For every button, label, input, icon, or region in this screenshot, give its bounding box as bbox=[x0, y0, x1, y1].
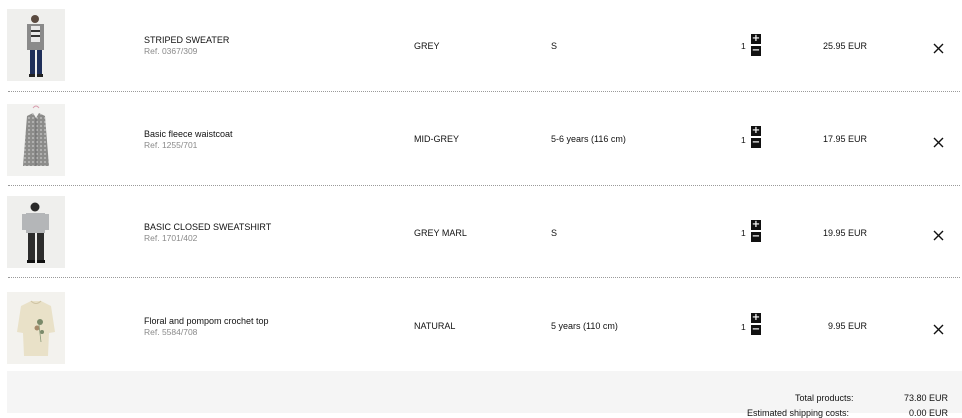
close-icon[interactable] bbox=[933, 322, 944, 335]
cart-item-row: Basic fleece waistcoat Ref. 1255/701 MID… bbox=[0, 94, 962, 186]
quantity-value: 1 bbox=[741, 41, 746, 51]
product-thumbnail[interactable] bbox=[7, 196, 65, 268]
product-price: 25.95 EUR bbox=[822, 41, 867, 51]
product-size: 5 years (110 cm) bbox=[551, 321, 618, 331]
decrease-quantity-button[interactable]: − bbox=[751, 138, 761, 148]
product-name[interactable]: STRIPED SWEATER bbox=[144, 35, 229, 45]
close-icon[interactable] bbox=[933, 41, 944, 54]
cart-item-row: STRIPED SWEATER Ref. 0367/309 GREY S 1 +… bbox=[0, 0, 962, 92]
product-size: S bbox=[551, 41, 558, 51]
total-products-label: Total products: bbox=[795, 393, 854, 403]
increase-quantity-button[interactable]: + bbox=[751, 220, 761, 230]
product-ref: Ref. 1255/701 bbox=[144, 140, 198, 150]
product-ref: Ref. 1701/402 bbox=[144, 233, 198, 243]
close-icon[interactable] bbox=[933, 135, 944, 148]
product-ref: Ref. 5584/708 bbox=[144, 327, 198, 337]
product-price: 19.95 EUR bbox=[822, 228, 867, 238]
total-products-value: 73.80 EUR bbox=[903, 393, 948, 403]
close-icon[interactable] bbox=[933, 228, 944, 241]
cart-item-row: BASIC CLOSED SWEATSHIRT Ref. 1701/402 GR… bbox=[0, 186, 962, 278]
product-color: GREY bbox=[414, 41, 440, 51]
cart-item-row: Floral and pompom crochet top Ref. 5584/… bbox=[0, 280, 962, 372]
quantity-stepper: + − bbox=[751, 220, 761, 244]
product-name[interactable]: BASIC CLOSED SWEATSHIRT bbox=[144, 222, 271, 232]
product-price: 17.95 EUR bbox=[822, 134, 867, 144]
product-size: S bbox=[551, 228, 558, 238]
decrease-quantity-button[interactable]: − bbox=[751, 46, 761, 56]
row-divider bbox=[8, 277, 960, 278]
product-thumbnail[interactable] bbox=[7, 9, 65, 81]
shipping-value: 0.00 EUR bbox=[908, 408, 948, 418]
product-color: GREY MARL bbox=[414, 228, 467, 238]
increase-quantity-button[interactable]: + bbox=[751, 34, 761, 44]
quantity-value: 1 bbox=[741, 322, 746, 332]
product-name[interactable]: Basic fleece waistcoat bbox=[144, 129, 233, 139]
product-color: MID-GREY bbox=[414, 134, 459, 144]
row-divider bbox=[8, 91, 960, 92]
cart-totals: Total products: 73.80 EUR Estimated ship… bbox=[7, 371, 962, 418]
decrease-quantity-button[interactable]: − bbox=[751, 325, 761, 335]
quantity-stepper: + − bbox=[751, 126, 761, 150]
product-color: NATURAL bbox=[414, 321, 456, 331]
quantity-stepper: + − bbox=[751, 34, 761, 58]
product-ref: Ref. 0367/309 bbox=[144, 46, 198, 56]
product-size: 5-6 years (116 cm) bbox=[551, 134, 626, 144]
shipping-label: Estimated shipping costs: bbox=[747, 408, 850, 418]
increase-quantity-button[interactable]: + bbox=[751, 313, 761, 323]
product-thumbnail[interactable] bbox=[7, 292, 65, 364]
decrease-quantity-button[interactable]: − bbox=[751, 232, 761, 242]
product-thumbnail[interactable] bbox=[7, 104, 65, 176]
quantity-stepper: + − bbox=[751, 313, 761, 337]
quantity-value: 1 bbox=[741, 228, 746, 238]
increase-quantity-button[interactable]: + bbox=[751, 126, 761, 136]
quantity-value: 1 bbox=[741, 135, 746, 145]
product-price: 9.95 EUR bbox=[827, 321, 867, 331]
product-name[interactable]: Floral and pompom crochet top bbox=[144, 316, 269, 326]
